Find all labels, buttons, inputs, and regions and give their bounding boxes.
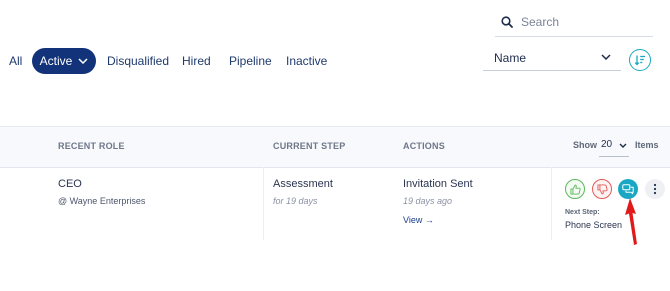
more-vertical-icon	[653, 183, 657, 195]
column-header-current-step[interactable]: CURRENT STEP	[273, 141, 345, 151]
column-divider	[263, 167, 264, 240]
chevron-down-icon	[78, 58, 88, 64]
next-step-value: Phone Screen	[565, 220, 623, 230]
show-label: Show	[573, 140, 597, 150]
step-duration: for 19 days	[273, 196, 318, 206]
search-input[interactable]	[521, 10, 649, 34]
view-link[interactable]: View →	[403, 215, 434, 225]
column-divider	[551, 167, 552, 240]
arrow-annotation	[625, 198, 637, 245]
tab-inactive[interactable]: Inactive	[286, 51, 327, 71]
tab-pipeline[interactable]: Pipeline	[229, 51, 272, 71]
sort-by-value: Name	[494, 51, 527, 65]
column-header-actions: ACTIONS	[403, 141, 445, 151]
approve-button[interactable]	[565, 179, 585, 199]
items-label: Items	[635, 140, 659, 150]
tab-active-label: Active	[39, 54, 73, 68]
column-header-recent-role[interactable]: RECENT ROLE	[58, 141, 125, 151]
sort-by-select[interactable]: Name	[483, 48, 621, 71]
chat-icon	[622, 183, 634, 194]
tab-all[interactable]: All	[9, 51, 22, 71]
role-title: CEO	[58, 178, 82, 190]
reject-button[interactable]	[592, 179, 612, 199]
next-step-label: Next Step:	[565, 209, 600, 216]
search-field[interactable]	[495, 10, 653, 37]
search-icon	[501, 16, 513, 28]
thumbs-down-icon	[596, 183, 608, 194]
more-options-button[interactable]	[645, 179, 665, 199]
tab-active[interactable]: Active	[32, 48, 96, 74]
tab-hired[interactable]: Hired	[182, 51, 211, 71]
sort-filter-icon	[634, 55, 645, 66]
thumbs-up-icon	[569, 184, 581, 195]
sort-order-button[interactable]	[629, 49, 651, 71]
role-company: @ Wayne Enterprises	[58, 196, 146, 206]
action-time: 19 days ago	[403, 196, 453, 206]
chevron-down-icon	[619, 143, 627, 148]
tab-disqualified[interactable]: Disqualified	[107, 51, 169, 71]
page-size-value: 20	[601, 139, 613, 150]
current-step: Assessment	[273, 178, 333, 190]
page-size-select[interactable]: 20	[599, 134, 629, 157]
action-status: Invitation Sent	[403, 178, 473, 190]
chevron-down-icon	[601, 54, 611, 60]
